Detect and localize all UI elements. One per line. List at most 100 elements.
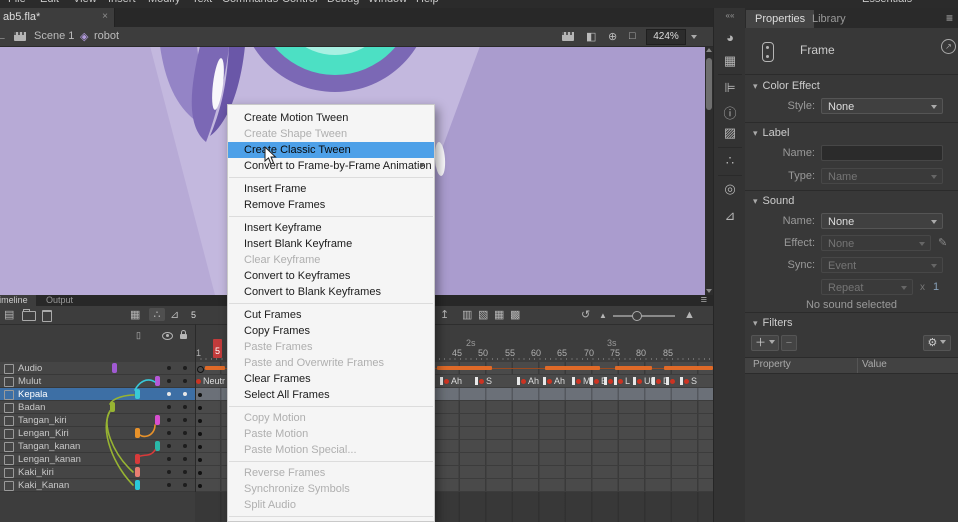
- scroll-down-icon[interactable]: [706, 289, 712, 293]
- back-arrow-icon[interactable]: ←: [0, 31, 7, 43]
- menu-item-insert-keyframe[interactable]: Insert Keyframe: [228, 220, 434, 236]
- clip-content-icon[interactable]: □: [629, 30, 636, 42]
- parent-marker[interactable]: [135, 389, 140, 399]
- new-folder-icon[interactable]: [22, 311, 36, 321]
- transform-panel-icon[interactable]: ▨: [714, 125, 746, 141]
- layer-row-kaki-kiri[interactable]: Kaki_kiri: [0, 466, 195, 479]
- motion-editor-icon[interactable]: ⊿: [714, 208, 746, 224]
- scroll-up-icon[interactable]: [706, 48, 712, 52]
- visibility-dot[interactable]: [167, 444, 171, 448]
- menu-commands[interactable]: Commands: [222, 0, 278, 5]
- layer-row-tangan-kiri[interactable]: Tangan_kiri: [0, 414, 195, 427]
- layer-row-kaki-kanan[interactable]: Kaki_Kanan: [0, 479, 195, 492]
- workspace-switcher[interactable]: Essentials: [862, 0, 912, 5]
- menu-debug[interactable]: Debug: [327, 0, 359, 5]
- menu-item-convert-to-blank-keyframes[interactable]: Convert to Blank Keyframes: [228, 284, 434, 300]
- swatches-panel-icon[interactable]: ▦: [714, 53, 746, 69]
- layer-row-kepala[interactable]: Kepala: [0, 388, 195, 401]
- edit-symbols-icon[interactable]: ◧: [586, 30, 596, 43]
- edit-multiple-frames-icon[interactable]: ▦: [494, 308, 504, 321]
- edit-sound-envelope-icon[interactable]: ✎: [938, 236, 947, 249]
- parent-marker[interactable]: [135, 454, 140, 464]
- tab-output[interactable]: Output: [38, 295, 81, 306]
- layer-row-mulut[interactable]: Mulut: [0, 375, 195, 388]
- lock-dot[interactable]: [183, 392, 187, 396]
- symbol-breadcrumb[interactable]: robot: [94, 30, 119, 42]
- menu-item-clear-frames[interactable]: Clear Frames: [228, 371, 434, 387]
- visibility-dot[interactable]: [167, 470, 171, 474]
- menu-window[interactable]: Window: [368, 0, 407, 5]
- parent-marker[interactable]: [112, 363, 117, 373]
- layer-row-badan[interactable]: Badan: [0, 401, 195, 414]
- visibility-dot[interactable]: [167, 366, 171, 370]
- lock-column-icon[interactable]: [180, 334, 187, 339]
- lock-dot[interactable]: [183, 405, 187, 409]
- style-select[interactable]: None: [821, 98, 943, 114]
- menu-control[interactable]: Control: [282, 0, 317, 5]
- cc-libraries-icon[interactable]: ◎: [714, 181, 746, 197]
- onion-skin-icon[interactable]: ▥: [462, 308, 472, 321]
- layer-row-lengan-kanan[interactable]: Lengan_kanan: [0, 453, 195, 466]
- menu-modify[interactable]: Modify: [148, 0, 180, 5]
- onion-outline-icon[interactable]: ▧: [478, 308, 488, 321]
- lock-dot[interactable]: [183, 444, 187, 448]
- new-layer-icon[interactable]: ▤: [4, 308, 14, 321]
- align-panel-icon[interactable]: ⊫: [714, 80, 746, 96]
- tab-timeline[interactable]: Timeline: [0, 295, 36, 306]
- zoom-out-timeline-icon[interactable]: ▲: [599, 311, 607, 320]
- zoom-dropdown-icon[interactable]: [691, 35, 697, 39]
- menu-view[interactable]: View: [73, 0, 97, 5]
- visibility-column-icon[interactable]: [162, 332, 173, 340]
- menu-text[interactable]: Text: [192, 0, 212, 5]
- visibility-dot[interactable]: [167, 418, 171, 422]
- lock-dot[interactable]: [183, 366, 187, 370]
- zoom-level-select[interactable]: 424%: [646, 29, 686, 45]
- visibility-dot[interactable]: [167, 457, 171, 461]
- section-sound[interactable]: Sound: [753, 195, 794, 207]
- sound-name-select[interactable]: None: [821, 213, 943, 229]
- section-label[interactable]: Label: [753, 127, 789, 139]
- visibility-dot[interactable]: [167, 379, 171, 383]
- menu-edit[interactable]: Edit: [40, 0, 59, 5]
- menu-item-copy-frames[interactable]: Copy Frames: [228, 323, 434, 339]
- lock-dot[interactable]: [183, 457, 187, 461]
- parent-marker[interactable]: [135, 467, 140, 477]
- parent-marker[interactable]: [135, 428, 140, 438]
- section-filters[interactable]: Filters: [753, 317, 792, 329]
- layer-row-tangan-kanan[interactable]: Tangan_kanan: [0, 440, 195, 453]
- info-panel-icon[interactable]: ⓘ: [714, 103, 746, 122]
- section-color-effect[interactable]: Color Effect: [753, 80, 820, 92]
- reset-zoom-icon[interactable]: ↺: [581, 308, 590, 321]
- parent-marker[interactable]: [155, 376, 160, 386]
- lock-dot[interactable]: [183, 431, 187, 435]
- parent-marker[interactable]: [135, 480, 140, 490]
- repeat-count-value[interactable]: 1: [933, 281, 939, 293]
- label-name-input[interactable]: [821, 145, 943, 161]
- visibility-dot[interactable]: [167, 392, 171, 396]
- menu-item-select-all-frames[interactable]: Select All Frames: [228, 387, 434, 403]
- menu-item-convert-frame-by-frame[interactable]: Convert to Frame-by-Frame Animation▸: [228, 158, 434, 174]
- add-filter-button[interactable]: ＋: [751, 335, 779, 351]
- menu-item-cut-frames[interactable]: Cut Frames: [228, 307, 434, 323]
- timeline-zoom-slider[interactable]: [613, 315, 675, 317]
- timeline-zoom-knob[interactable]: [632, 311, 642, 321]
- delete-layer-icon[interactable]: [42, 310, 52, 322]
- parent-marker[interactable]: [110, 402, 115, 412]
- lock-dot[interactable]: [183, 379, 187, 383]
- menu-item-remove-frames[interactable]: Remove Frames: [228, 197, 434, 213]
- tab-library[interactable]: Library: [803, 10, 855, 28]
- menu-item-create-motion-tween[interactable]: Create Motion Tween: [228, 110, 434, 126]
- center-frame-icon[interactable]: ⊕: [608, 30, 617, 43]
- filter-options-button[interactable]: ⚙: [923, 335, 951, 351]
- parent-marker[interactable]: [155, 441, 160, 451]
- color-panel-icon[interactable]: ◕: [714, 30, 746, 45]
- zoom-in-timeline-icon[interactable]: ▲: [684, 309, 695, 321]
- lock-dot[interactable]: [183, 483, 187, 487]
- pin-properties-icon[interactable]: ↗: [941, 39, 956, 54]
- scrollbar-thumb[interactable]: [706, 58, 712, 110]
- panel-menu-icon[interactable]: ≡: [946, 11, 953, 25]
- layer-row-lengan-kiri[interactable]: Lengan_Kiri: [0, 427, 195, 440]
- layer-row-audio[interactable]: Audio: [0, 362, 195, 375]
- menu-item-create-classic-tween[interactable]: Create Classic Tween: [228, 142, 434, 158]
- menu-item-insert-blank-keyframe[interactable]: Insert Blank Keyframe: [228, 236, 434, 252]
